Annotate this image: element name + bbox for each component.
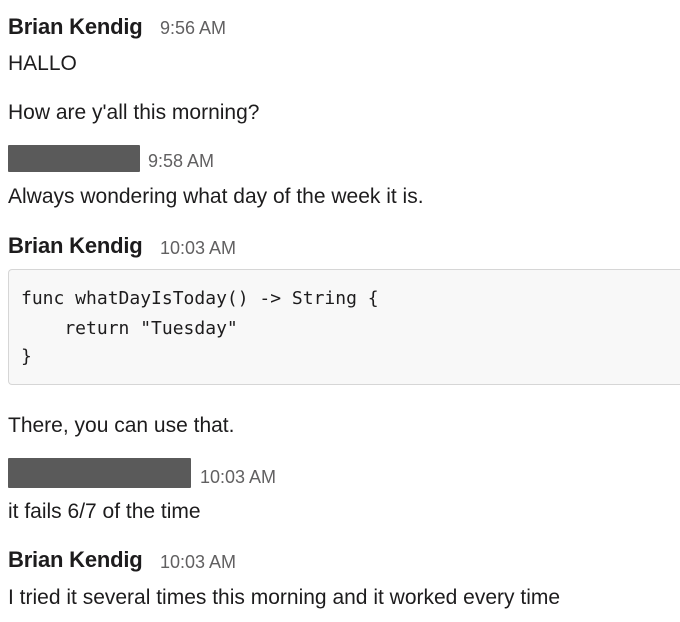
redacted-author-name: [8, 458, 191, 488]
code-line: }: [21, 346, 32, 367]
message-author[interactable]: Brian Kendig: [8, 14, 143, 40]
message-text: How are y'all this morning?: [8, 101, 260, 124]
code-line: func whatDayIsToday() -> String {: [21, 288, 379, 309]
message-author[interactable]: Brian Kendig: [8, 547, 143, 573]
message-text: There, you can use that.: [8, 414, 235, 437]
message-text: HALLO: [8, 52, 77, 75]
message-text: it fails 6/7 of the time: [8, 500, 201, 523]
message-author[interactable]: Brian Kendig: [8, 233, 143, 259]
message-timestamp[interactable]: 10:03 AM: [160, 552, 236, 573]
message-text: I tried it several times this morning an…: [8, 586, 561, 609]
message-timestamp[interactable]: 9:58 AM: [148, 151, 214, 172]
message-timestamp[interactable]: 9:56 AM: [160, 18, 226, 39]
redacted-author-name: [8, 145, 140, 172]
code-line: return "Tuesday": [21, 318, 238, 339]
message-timestamp[interactable]: 10:03 AM: [160, 238, 236, 259]
message-text: Always wondering what day of the week it…: [8, 185, 424, 208]
message-timestamp[interactable]: 10:03 AM: [200, 467, 276, 488]
